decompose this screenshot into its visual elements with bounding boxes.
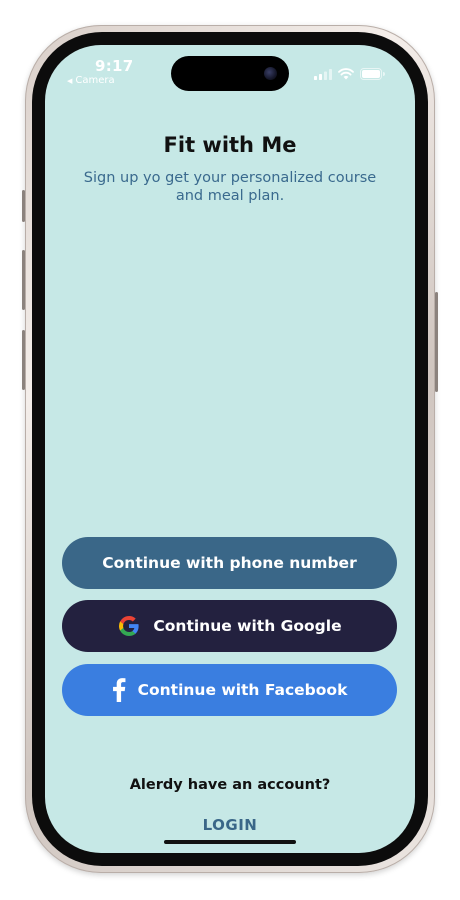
continue-with-facebook-button[interactable]: Continue with Facebook bbox=[62, 664, 397, 716]
back-to-app-link[interactable]: ◀ Camera bbox=[67, 75, 115, 86]
google-logo-icon bbox=[117, 614, 141, 638]
status-icons bbox=[314, 65, 385, 84]
signup-subtitle: Sign up yo get your personalized course … bbox=[83, 170, 377, 204]
continue-with-facebook-label: Continue with Facebook bbox=[137, 681, 348, 699]
front-camera bbox=[264, 67, 277, 80]
continue-with-google-label: Continue with Google bbox=[153, 617, 342, 635]
app-screen: 9:17 ◀ Camera Fit with Me Sign up yo get… bbox=[45, 45, 415, 853]
cellular-signal-icon bbox=[314, 65, 332, 84]
dynamic-island bbox=[171, 56, 289, 91]
continue-with-phone-label: Continue with phone number bbox=[102, 554, 357, 572]
power-button bbox=[435, 292, 438, 392]
facebook-logo-icon bbox=[112, 678, 126, 702]
volume-down-button bbox=[22, 330, 25, 390]
status-time: 9:17 bbox=[95, 57, 134, 75]
volume-up-button bbox=[22, 250, 25, 310]
continue-with-phone-button[interactable]: Continue with phone number bbox=[62, 537, 397, 589]
app-title: Fit with Me bbox=[163, 133, 297, 157]
battery-icon bbox=[360, 65, 385, 84]
login-link[interactable]: LOGIN bbox=[45, 816, 415, 834]
action-button bbox=[22, 190, 25, 222]
home-indicator[interactable] bbox=[164, 840, 296, 844]
wifi-icon bbox=[338, 65, 354, 84]
continue-with-google-button[interactable]: Continue with Google bbox=[62, 600, 397, 652]
back-app-label: Camera bbox=[75, 75, 115, 86]
device-stage: 9:17 ◀ Camera Fit with Me Sign up yo get… bbox=[0, 0, 460, 900]
have-account-prompt: Alerdy have an account? bbox=[129, 777, 331, 793]
chevron-left-icon: ◀ bbox=[67, 76, 73, 85]
